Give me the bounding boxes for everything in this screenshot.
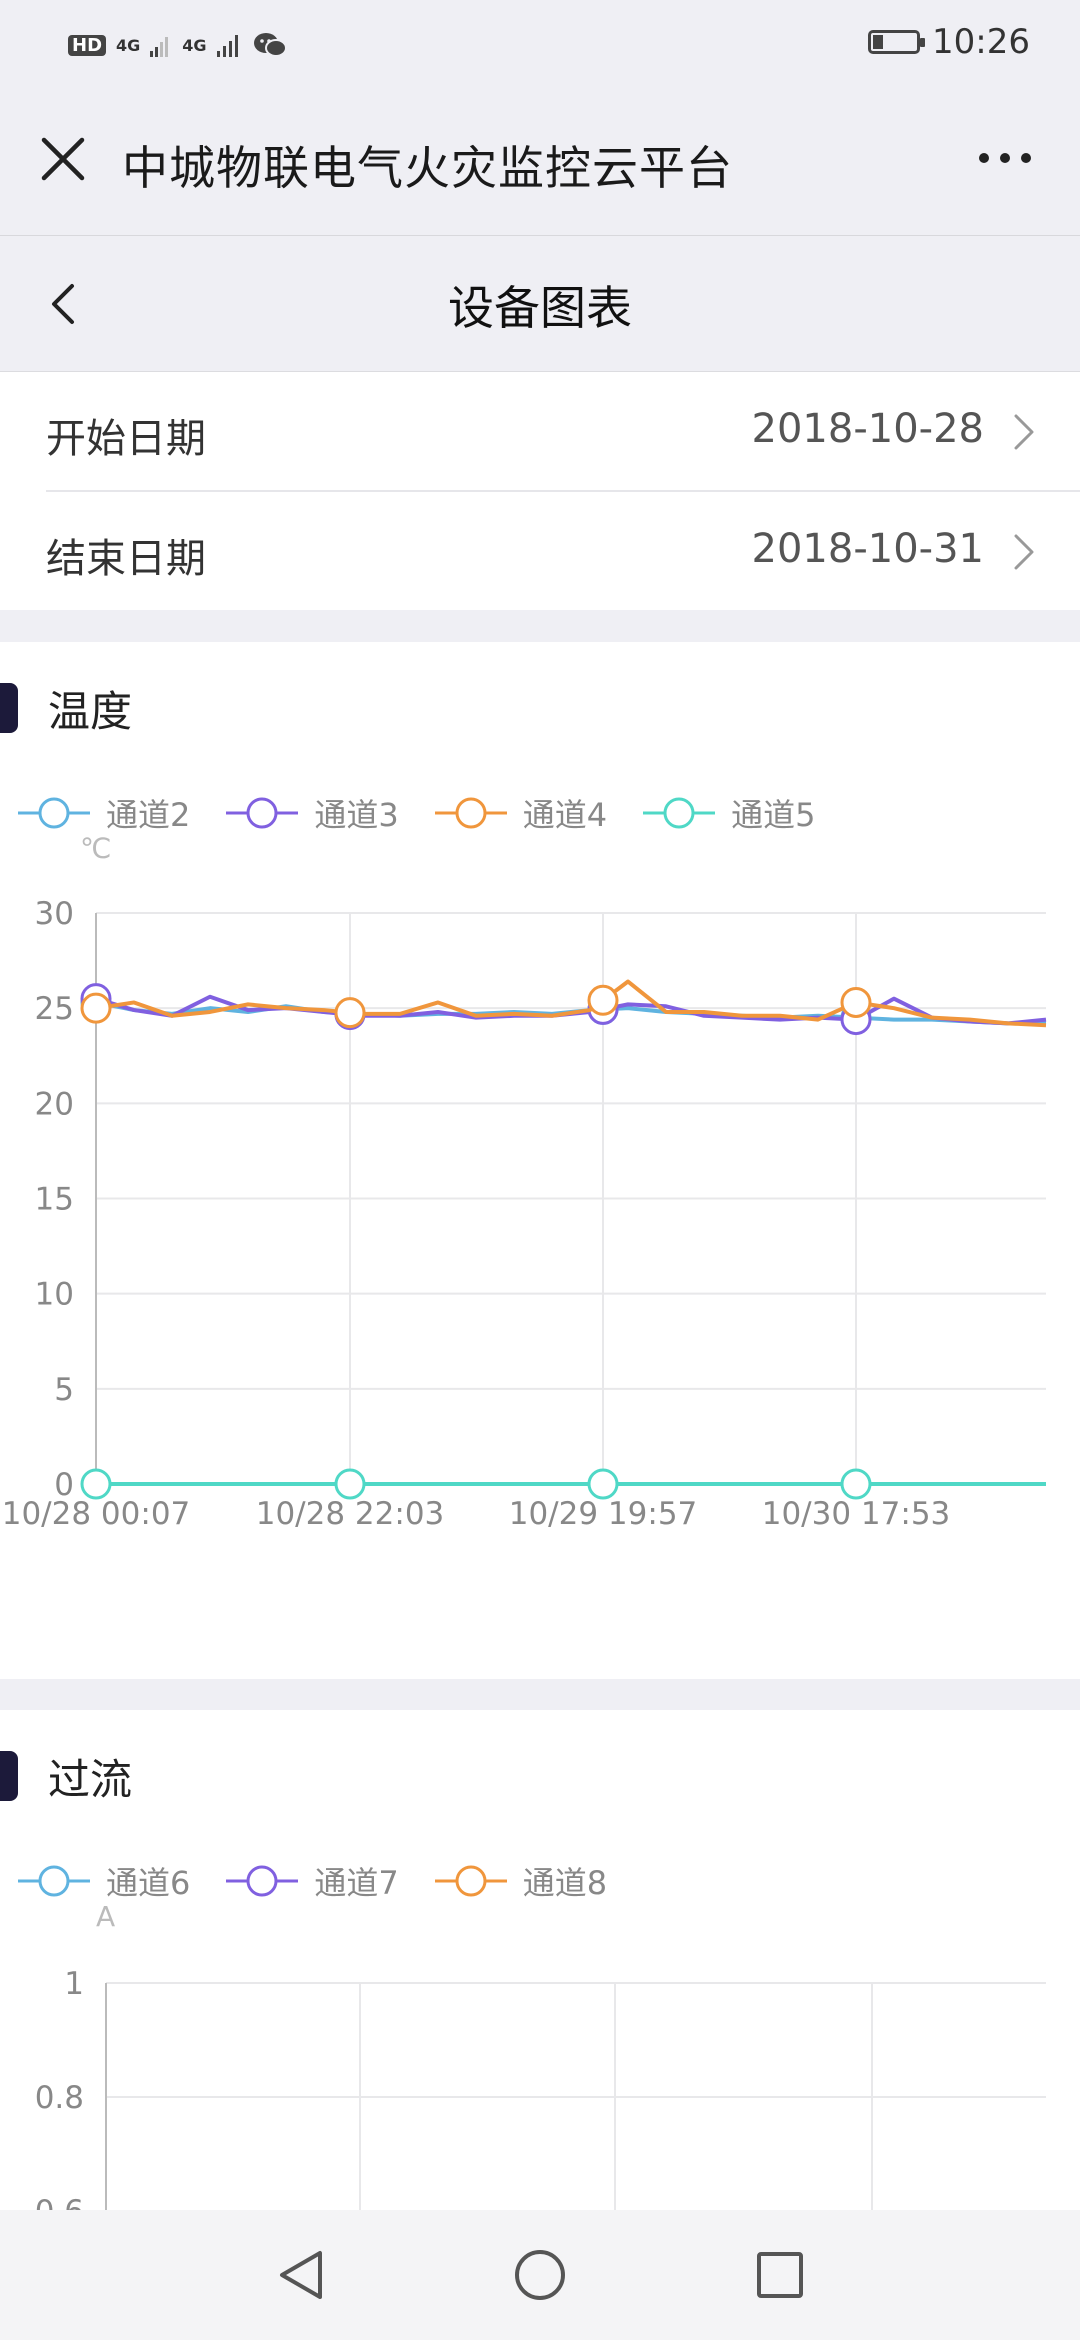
- x-tick-label: 10/29 19:57: [509, 1496, 698, 1532]
- overcurrent-header: 过流: [0, 1746, 132, 1806]
- status-right: 10:26: [868, 22, 1030, 62]
- legend-item[interactable]: 通道4: [433, 790, 607, 836]
- legend-line-icon: [434, 1865, 507, 1897]
- chevron-right-icon: [1014, 414, 1034, 450]
- legend-label: 通道5: [731, 796, 816, 834]
- page-title: 设备图表: [448, 281, 632, 335]
- legend-item[interactable]: 通道5: [641, 790, 816, 836]
- system-nav-bar: [0, 2210, 1080, 2340]
- more-icon[interactable]: [970, 130, 1040, 186]
- legend-line-icon: [434, 797, 507, 829]
- y-tick-label: 5: [54, 1372, 74, 1408]
- y-tick-label: 25: [35, 991, 74, 1027]
- x-tick-label: 10/28 00:07: [2, 1496, 191, 1532]
- battery-icon: [868, 30, 926, 54]
- data-point[interactable]: [334, 997, 366, 1029]
- temperature-unit: ℃: [80, 832, 112, 865]
- y-tick-label: 0.8: [35, 2080, 84, 2116]
- legend-label: 通道6: [106, 1864, 191, 1902]
- page-header: 设备图表: [0, 236, 1080, 373]
- y-tick-label: 1: [64, 1966, 84, 2002]
- overcurrent-card: 过流 通道6 通道7 通道8 A 0.6 0.8 1: [0, 1710, 1080, 2210]
- status-left: HD 4G 4G: [68, 24, 287, 66]
- signal-icon: [150, 37, 169, 57]
- legend-label: 通道7: [314, 1864, 399, 1902]
- data-point[interactable]: [840, 986, 872, 1018]
- end-date-row[interactable]: 结束日期 2018-10-31: [0, 492, 1080, 610]
- network-label-2: 4G: [182, 35, 207, 55]
- legend-label: 通道2: [106, 796, 191, 834]
- back-nav-icon[interactable]: [272, 2245, 332, 2305]
- data-point[interactable]: [587, 984, 619, 1016]
- data-point[interactable]: [840, 1468, 872, 1500]
- signal-icon-2: [216, 35, 238, 57]
- overcurrent-title: 过流: [48, 1754, 133, 1804]
- temperature-header: 温度: [0, 678, 132, 738]
- home-nav-icon[interactable]: [510, 2245, 570, 2305]
- legend-item[interactable]: 通道2: [16, 790, 190, 836]
- app-title: 中城物联电气火灾监控云平台: [122, 141, 733, 195]
- legend-item[interactable]: 通道3: [224, 790, 399, 836]
- data-point[interactable]: [334, 1468, 366, 1500]
- legend-label: 通道8: [522, 1864, 608, 1902]
- temperature-chart: 05101520253010/28 00:07 10/28 22:03 10/29 …: [2, 896, 1047, 1532]
- chevron-right-icon: [1014, 534, 1034, 570]
- end-date-label: 结束日期: [46, 536, 206, 582]
- recents-nav-icon[interactable]: [750, 2245, 810, 2305]
- date-filter: 开始日期 2018-10-28 结束日期 2018-10-31: [0, 372, 1080, 610]
- app-bar: 中城物联电气火灾监控云平台: [0, 90, 1080, 236]
- y-tick-label: 20: [35, 1086, 74, 1122]
- data-point[interactable]: [587, 1468, 619, 1500]
- close-icon[interactable]: [36, 132, 92, 188]
- legend-label: 通道3: [314, 796, 399, 834]
- start-date-row[interactable]: 开始日期 2018-10-28: [0, 372, 1080, 492]
- legend-line-icon: [18, 797, 90, 829]
- start-date-label: 开始日期: [46, 416, 206, 462]
- temperature-title: 温度: [48, 686, 133, 736]
- y-tick-label: 10: [35, 1277, 74, 1313]
- overcurrent-legend: 通道6 通道7 通道8: [16, 1858, 641, 1904]
- y-tick-label: 15: [35, 1182, 74, 1218]
- network-label-1: 4G: [116, 35, 141, 55]
- legend-item[interactable]: 通道7: [224, 1858, 399, 1904]
- status-time: 10:26: [932, 22, 1030, 62]
- legend-line-icon: [226, 1865, 299, 1897]
- y-tick-label: 30: [35, 896, 74, 932]
- legend-line-icon: [643, 797, 716, 829]
- legend-line-icon: [226, 797, 299, 829]
- temperature-card: 温度 通道2 通道3 通道4 通道5 ℃ 0 5 10 15 20 25 30 10/28 00:0…: [0, 642, 1080, 1679]
- section-marker: [0, 683, 18, 733]
- x-tick-label: 10/28 22:03: [256, 1496, 445, 1532]
- end-date-value: 2018-10-31: [751, 526, 984, 572]
- hd-badge: HD: [68, 34, 107, 56]
- x-tick-label: 10/30 17:53: [762, 1496, 951, 1532]
- data-point[interactable]: [80, 1468, 112, 1500]
- legend-item[interactable]: 通道6: [16, 1858, 190, 1904]
- temperature-legend: 通道2 通道3 通道4 通道5: [16, 790, 850, 836]
- wechat-icon: [253, 33, 287, 57]
- start-date-value: 2018-10-28: [751, 406, 984, 452]
- legend-label: 通道4: [522, 796, 608, 834]
- legend-line-icon: [18, 1865, 90, 1897]
- status-bar: HD 4G 4G 10:26: [0, 0, 1080, 90]
- data-point[interactable]: [80, 992, 112, 1024]
- overcurrent-unit: A: [96, 1900, 116, 1933]
- section-marker: [0, 1751, 18, 1801]
- y-tick-label: 0.6: [35, 2194, 84, 2210]
- legend-item[interactable]: 通道8: [433, 1858, 607, 1904]
- overcurrent-chart: 0.6 0.8 1: [35, 1966, 1046, 2210]
